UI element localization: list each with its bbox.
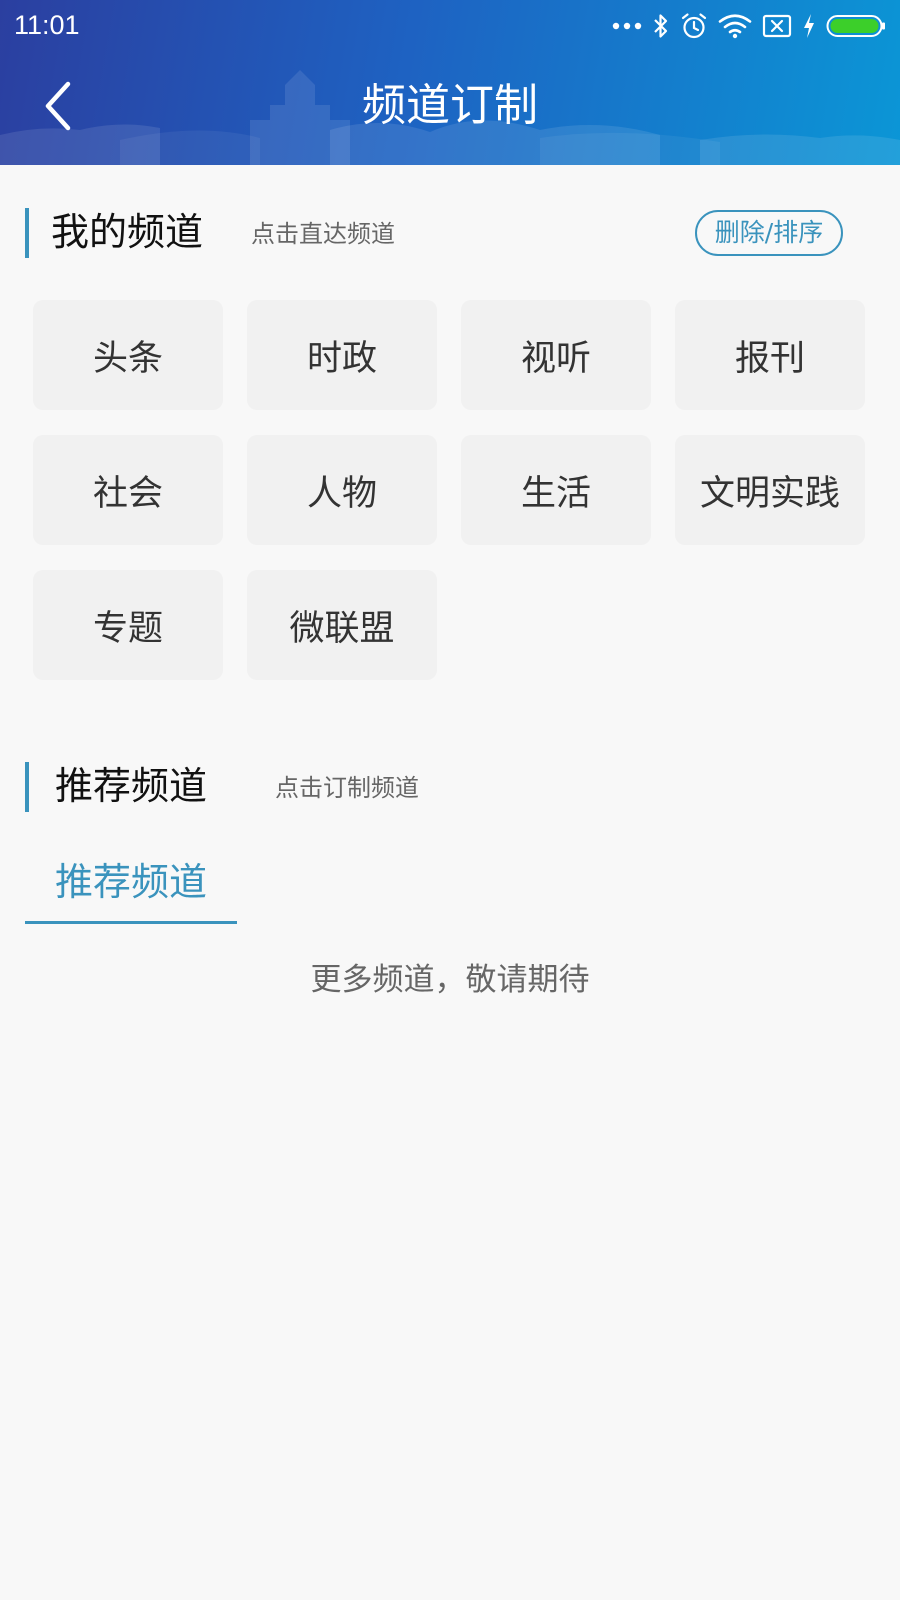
channel-tile-toutiao[interactable]: 头条 (33, 300, 223, 410)
channel-tile-baokan[interactable]: 报刊 (675, 300, 865, 410)
recommended-header: 推荐频道 点击订制频道 (25, 762, 875, 812)
recommended-title: 推荐频道 (55, 764, 208, 808)
section-accent-bar (25, 762, 29, 812)
bluetooth-icon (654, 14, 668, 38)
more-dots-icon (612, 22, 642, 30)
channel-tile-shenghuo[interactable]: 生活 (461, 435, 651, 545)
sim-off-icon (762, 14, 792, 38)
battery-icon (826, 15, 885, 37)
delete-sort-button[interactable]: 删除/排序 (695, 210, 843, 256)
tab-recommended-label: 推荐频道 (54, 860, 207, 904)
empty-message: 更多频道，敬请期待 (310, 962, 590, 998)
channel-tile-shizheng[interactable]: 时政 (247, 300, 437, 410)
my-channels-subtitle: 点击直达频道 (251, 220, 395, 248)
my-channels-title: 我的频道 (51, 210, 204, 254)
alarm-icon (681, 13, 707, 39)
charging-icon (804, 14, 814, 38)
tab-active-underline (25, 921, 237, 924)
tab-recommended[interactable]: 推荐频道 (25, 850, 237, 924)
channel-tile-renwu[interactable]: 人物 (247, 435, 437, 545)
recommended-subtitle: 点击订制频道 (275, 774, 419, 802)
channel-tile-zhuanti[interactable]: 专题 (33, 570, 223, 680)
channel-tile-weilianmeng[interactable]: 微联盟 (247, 570, 437, 680)
section-accent-bar (25, 208, 29, 258)
channel-tile-wenming-shijian[interactable]: 文明实践 (675, 435, 865, 545)
status-icons (612, 10, 886, 42)
status-bar: 11:01 (0, 0, 900, 52)
channel-tile-shehui[interactable]: 社会 (33, 435, 223, 545)
channel-tile-shiting[interactable]: 视听 (461, 300, 651, 410)
status-time: 11:01 (14, 10, 80, 40)
my-channels-header: 我的频道 点击直达频道 删除/排序 (25, 208, 875, 258)
app-header: 11:01 频道订制 (0, 0, 900, 165)
wifi-icon (718, 14, 752, 39)
page-title: 频道订制 (362, 80, 538, 131)
nav-bar: 频道订制 (0, 55, 900, 160)
